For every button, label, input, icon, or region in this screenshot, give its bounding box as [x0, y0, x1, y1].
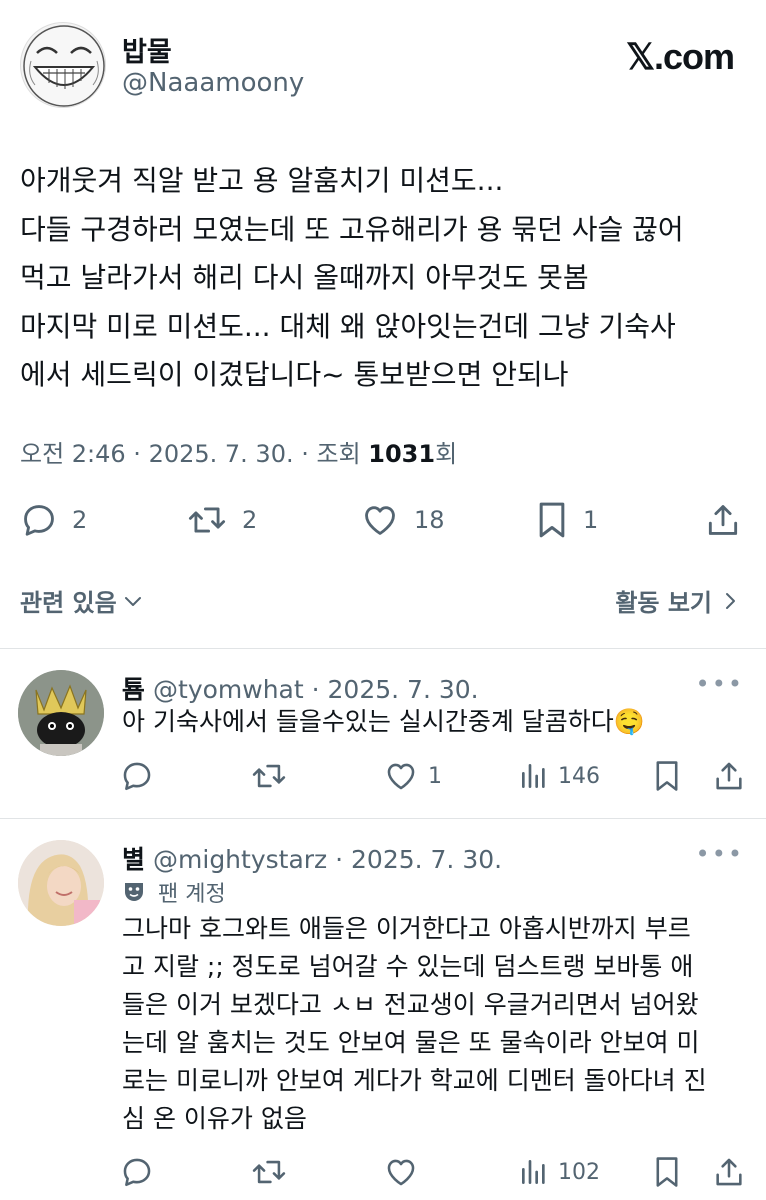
- share-icon: [716, 1158, 742, 1186]
- fan-tag-label: 팬 계정: [158, 882, 226, 907]
- reply-avatar[interactable]: [18, 840, 104, 926]
- reply-divider: [0, 818, 766, 819]
- share-icon: [716, 762, 742, 790]
- section-divider: [0, 648, 766, 649]
- heart-icon: [387, 1159, 415, 1186]
- retweet-icon: [252, 1160, 286, 1184]
- view-count: 146: [558, 763, 600, 789]
- share-icon: [708, 505, 738, 535]
- reply-button[interactable]: 2: [20, 500, 87, 540]
- reply-text: 그나마 호그와트 애들은 이거한다고 아홉시반까지 부르 고 지랄 ;; 정도로…: [122, 914, 707, 1133]
- reply-author-name[interactable]: 별: [122, 845, 145, 874]
- theater-mask-icon: [125, 883, 143, 901]
- chevron-right-icon: [726, 592, 735, 609]
- share-button[interactable]: [704, 500, 742, 540]
- view-suffix: 회: [435, 440, 458, 468]
- reply-icon: [123, 762, 151, 791]
- reply-header: 툠 @tyomwhat · 2025. 7. 30.: [122, 670, 479, 706]
- related-label: 관련 있음: [20, 589, 117, 617]
- tweet-action-bar: 2 2 18 1: [0, 500, 766, 540]
- views-button[interactable]: 146: [518, 756, 600, 796]
- like-button[interactable]: 18: [360, 500, 445, 540]
- reply-button[interactable]: [120, 1152, 154, 1192]
- like-count: 18: [414, 506, 445, 534]
- more-dots-icon[interactable]: •••: [696, 840, 744, 868]
- like-count: 1: [428, 763, 442, 789]
- author-name[interactable]: 밥물: [122, 30, 172, 69]
- reply-handle-date[interactable]: @mightystarz · 2025. 7. 30.: [153, 845, 502, 874]
- fan-account-badge: 팬 계정: [122, 876, 226, 908]
- retweet-button[interactable]: [250, 1152, 288, 1192]
- reply-icon: [24, 505, 54, 536]
- like-button[interactable]: [384, 1152, 418, 1192]
- heart-icon: [365, 506, 395, 535]
- reply-icon: [123, 1158, 151, 1187]
- heart-icon: [387, 763, 415, 790]
- reply-action-bar: 1 146: [0, 756, 766, 796]
- related-sort[interactable]: 관련 있음: [20, 583, 145, 618]
- bookmark-icon: [539, 502, 565, 538]
- share-button[interactable]: [712, 1152, 746, 1192]
- bookmark-button[interactable]: [652, 1152, 682, 1192]
- reply-text: 아 기숙사에서 들을수있는 실시간중계 달콤하다🤤: [122, 707, 645, 736]
- retweet-button[interactable]: [250, 756, 288, 796]
- bookmark-count: 1: [583, 506, 599, 534]
- bar-chart-icon: [522, 1160, 545, 1184]
- retweet-icon: [188, 507, 226, 533]
- reply-author-name[interactable]: 툠: [122, 675, 145, 704]
- tweet-meta: 오전 2:46 · 2025. 7. 30. · 조회 1031회: [20, 434, 457, 469]
- chevron-down-icon: [124, 596, 141, 606]
- views-button[interactable]: 102: [518, 1152, 600, 1192]
- reply-count: 2: [72, 506, 88, 534]
- more-dots-icon[interactable]: •••: [696, 670, 744, 698]
- bookmark-button[interactable]: [652, 756, 682, 796]
- retweet-button[interactable]: 2: [186, 500, 257, 540]
- view-activity-link[interactable]: 활동 보기: [615, 583, 742, 618]
- activity-label: 활동 보기: [615, 589, 712, 617]
- reply-handle-date[interactable]: @tyomwhat · 2025. 7. 30.: [153, 675, 479, 704]
- bar-chart-icon: [522, 764, 545, 788]
- author-avatar[interactable]: [20, 22, 106, 108]
- author-handle[interactable]: @Naaamoony: [122, 68, 304, 98]
- tweet-timestamp[interactable]: 오전 2:46 · 2025. 7. 30. · 조회: [20, 440, 368, 468]
- reply-button[interactable]: [120, 756, 154, 796]
- view-count: 1031: [368, 440, 436, 468]
- retweet-count: 2: [242, 506, 258, 534]
- bookmark-icon: [656, 761, 678, 791]
- x-com-logo: 𝕏.com: [625, 36, 735, 77]
- view-count: 102: [558, 1159, 600, 1185]
- bookmark-button[interactable]: 1: [535, 500, 598, 540]
- bookmark-icon: [656, 1157, 678, 1187]
- like-button[interactable]: 1: [384, 756, 442, 796]
- reply-avatar[interactable]: [18, 670, 104, 756]
- share-button[interactable]: [712, 756, 746, 796]
- tweet-text: 아개웃겨 직알 받고 용 알훔치기 미션도... 다들 구경하러 모였는데 또 …: [20, 164, 684, 391]
- reply-action-bar: 102: [0, 1152, 766, 1192]
- retweet-icon: [252, 764, 286, 788]
- reply-header: 별 @mightystarz · 2025. 7. 30.: [122, 840, 502, 876]
